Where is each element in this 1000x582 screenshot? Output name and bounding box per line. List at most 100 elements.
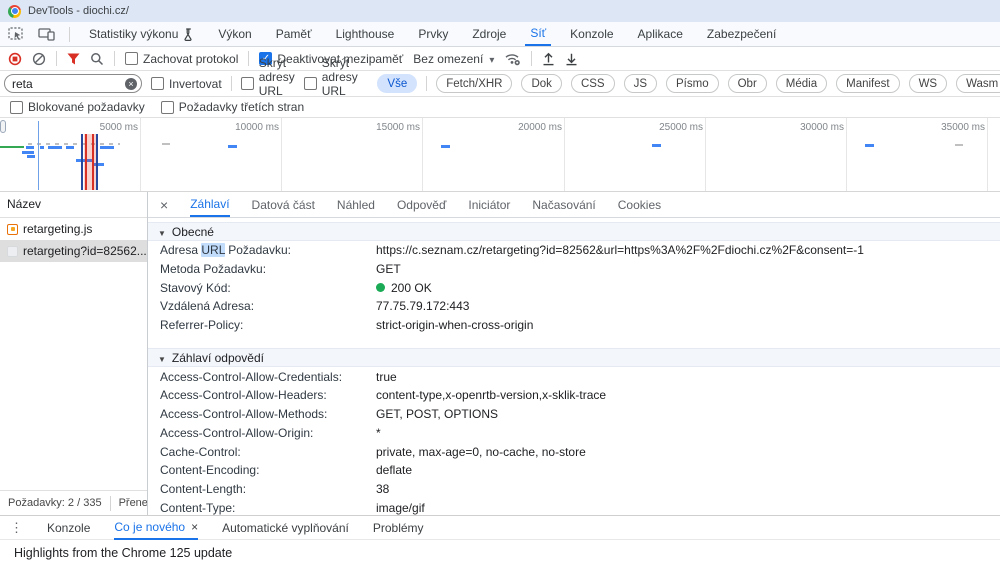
tab-statistiky-vykonu[interactable]: Statistiky výkonu: [84, 22, 199, 46]
tab-nacasovani[interactable]: Načasování: [532, 192, 595, 217]
search-icon[interactable]: [90, 52, 104, 66]
throttling-select[interactable]: Bez omezení: [413, 52, 494, 66]
network-toolbar: Zachovat protokol Deaktivovat mezipaměť …: [0, 47, 1000, 71]
waterfall-mark: [955, 144, 963, 146]
clear-button[interactable]: [32, 52, 46, 66]
divider: [531, 51, 532, 66]
har-import-icon[interactable]: [542, 52, 555, 66]
close-icon[interactable]: [191, 520, 198, 534]
network-filter-bar: Invertovat Skrýt adresy URL dat Skrýt ad…: [0, 71, 1000, 97]
tab-zdroje[interactable]: Zdroje: [467, 22, 511, 46]
tab-konzole[interactable]: Konzole: [565, 22, 618, 46]
tab-pamet[interactable]: Paměť: [271, 22, 317, 46]
header-name: Cache-Control:: [148, 445, 376, 459]
har-export-icon[interactable]: [565, 52, 578, 66]
tab-odpoved[interactable]: Odpověď: [397, 192, 446, 217]
filter-chip-wasm[interactable]: Wasm: [956, 74, 1000, 93]
header-value: image/gif: [376, 501, 425, 515]
drawer-tab-konzole[interactable]: Konzole: [47, 516, 90, 540]
header-row: Access-Control-Allow-Credentials: true: [148, 367, 1000, 386]
network-conditions-icon[interactable]: [504, 52, 521, 66]
tab-lighthouse[interactable]: Lighthouse: [331, 22, 400, 46]
header-row: Metoda Požadavku: GET: [148, 260, 1000, 279]
window-title: DevTools - diochi.cz/: [28, 5, 129, 17]
timeline-gridline: [281, 118, 282, 191]
clear-filter-icon[interactable]: [125, 78, 137, 90]
header-value: 38: [376, 482, 389, 496]
waterfall-mark: [0, 146, 24, 148]
waterfall-mark: [652, 144, 661, 147]
device-toolbar-icon[interactable]: [38, 27, 55, 41]
tab-zabezpeceni[interactable]: Zabezpečení: [702, 22, 781, 46]
requests-status-bar: Požadavky: 2 / 335 Přene: [0, 490, 148, 515]
load-event-line: [85, 134, 87, 190]
waterfall-mark: [28, 143, 120, 145]
header-name: Content-Length:: [148, 482, 376, 496]
filter-chip-fetch-xhr[interactable]: Fetch/XHR: [436, 74, 512, 93]
header-value: GET, POST, OPTIONS: [376, 407, 498, 421]
close-details-icon[interactable]: [160, 197, 168, 213]
waterfall-mark: [162, 143, 170, 145]
load-event-line: [92, 134, 94, 190]
header-name: Content-Encoding:: [148, 463, 376, 477]
tab-iniciator[interactable]: Iniciátor: [468, 192, 510, 217]
network-overview-timeline[interactable]: 5000 ms 10000 ms 15000 ms 20000 ms 25000…: [0, 118, 1000, 192]
drawer-tab-automaticke-vyplnovani[interactable]: Automatické vyplňování: [222, 516, 349, 540]
overview-resize-handle[interactable]: [0, 120, 6, 133]
drawer-tab-problemy[interactable]: Problémy: [373, 516, 424, 540]
checkbox-unchecked: [151, 77, 164, 90]
filter-chip-obr[interactable]: Obr: [728, 74, 767, 93]
third-party-requests-checkbox[interactable]: Požadavky třetích stran: [161, 100, 304, 114]
header-row: Access-Control-Allow-Origin: *: [148, 424, 1000, 443]
filter-chip-dok[interactable]: Dok: [521, 74, 561, 93]
column-header-nazev[interactable]: Název: [0, 192, 147, 218]
filter-chip-media[interactable]: Média: [776, 74, 827, 93]
waterfall-mark: [228, 145, 237, 148]
filter-chip-css[interactable]: CSS: [571, 74, 615, 93]
preserve-log-checkbox[interactable]: Zachovat protokol: [125, 52, 238, 66]
headers-content: Obecné Adresa URL Požadavku: https://c.s…: [148, 218, 1000, 515]
filter-input[interactable]: [12, 77, 121, 91]
filter-chip-js[interactable]: JS: [624, 74, 657, 93]
filter-chip-vse[interactable]: Vše: [377, 74, 417, 93]
invert-checkbox[interactable]: Invertovat: [151, 77, 222, 91]
waterfall-mark: [96, 134, 98, 190]
section-obecne[interactable]: Obecné: [148, 222, 1000, 241]
checkbox-unchecked: [304, 77, 317, 90]
header-name: Metoda Požadavku:: [148, 262, 376, 276]
request-row[interactable]: retargeting.js: [0, 218, 147, 240]
drawer-tab-co-je-noveho[interactable]: Co je nového: [114, 516, 198, 540]
header-name: Vzdálená Adresa:: [148, 299, 376, 313]
dom-content-loaded-line: [38, 121, 39, 190]
devtools-tabbar: Statistiky výkonu Výkon Paměť Lighthouse…: [0, 22, 1000, 47]
tab-vykon[interactable]: Výkon: [213, 22, 256, 46]
header-value: GET: [376, 262, 401, 276]
filter-toggle-button[interactable]: [67, 53, 80, 65]
tab-prvky[interactable]: Prvky: [413, 22, 453, 46]
record-button[interactable]: [8, 52, 22, 66]
filter-chip-ws[interactable]: WS: [909, 74, 948, 93]
chrome-logo-icon: [8, 5, 21, 18]
image-file-icon: [7, 246, 18, 257]
divider: [114, 51, 115, 66]
timeline-tick: 10000 ms: [209, 122, 279, 133]
header-value: content-type,x-openrtb-version,x-sklik-t…: [376, 388, 606, 402]
tab-zahlavi[interactable]: Záhlaví: [190, 192, 229, 217]
divider: [231, 76, 232, 91]
tab-datova-cast[interactable]: Datová část: [252, 192, 315, 217]
blocked-requests-checkbox[interactable]: Blokované požadavky: [10, 100, 145, 114]
header-value: *: [376, 426, 381, 440]
header-name: Referrer-Policy:: [148, 318, 376, 332]
waterfall-mark: [26, 146, 34, 149]
more-options-icon[interactable]: [10, 520, 23, 536]
tab-cookies[interactable]: Cookies: [618, 192, 661, 217]
tab-sit[interactable]: Síť: [525, 22, 551, 46]
tab-nahled[interactable]: Náhled: [337, 192, 375, 217]
inspect-element-icon[interactable]: [8, 27, 24, 41]
section-zahlavi-odpovedi[interactable]: Záhlaví odpovědí: [148, 348, 1000, 367]
request-row-selected[interactable]: retargeting?id=82562...: [0, 240, 147, 262]
filter-chip-manifest[interactable]: Manifest: [836, 74, 899, 93]
filter-chip-pismo[interactable]: Písmo: [666, 74, 719, 93]
tab-aplikace[interactable]: Aplikace: [633, 22, 688, 46]
checkbox-label: Invertovat: [169, 77, 222, 91]
